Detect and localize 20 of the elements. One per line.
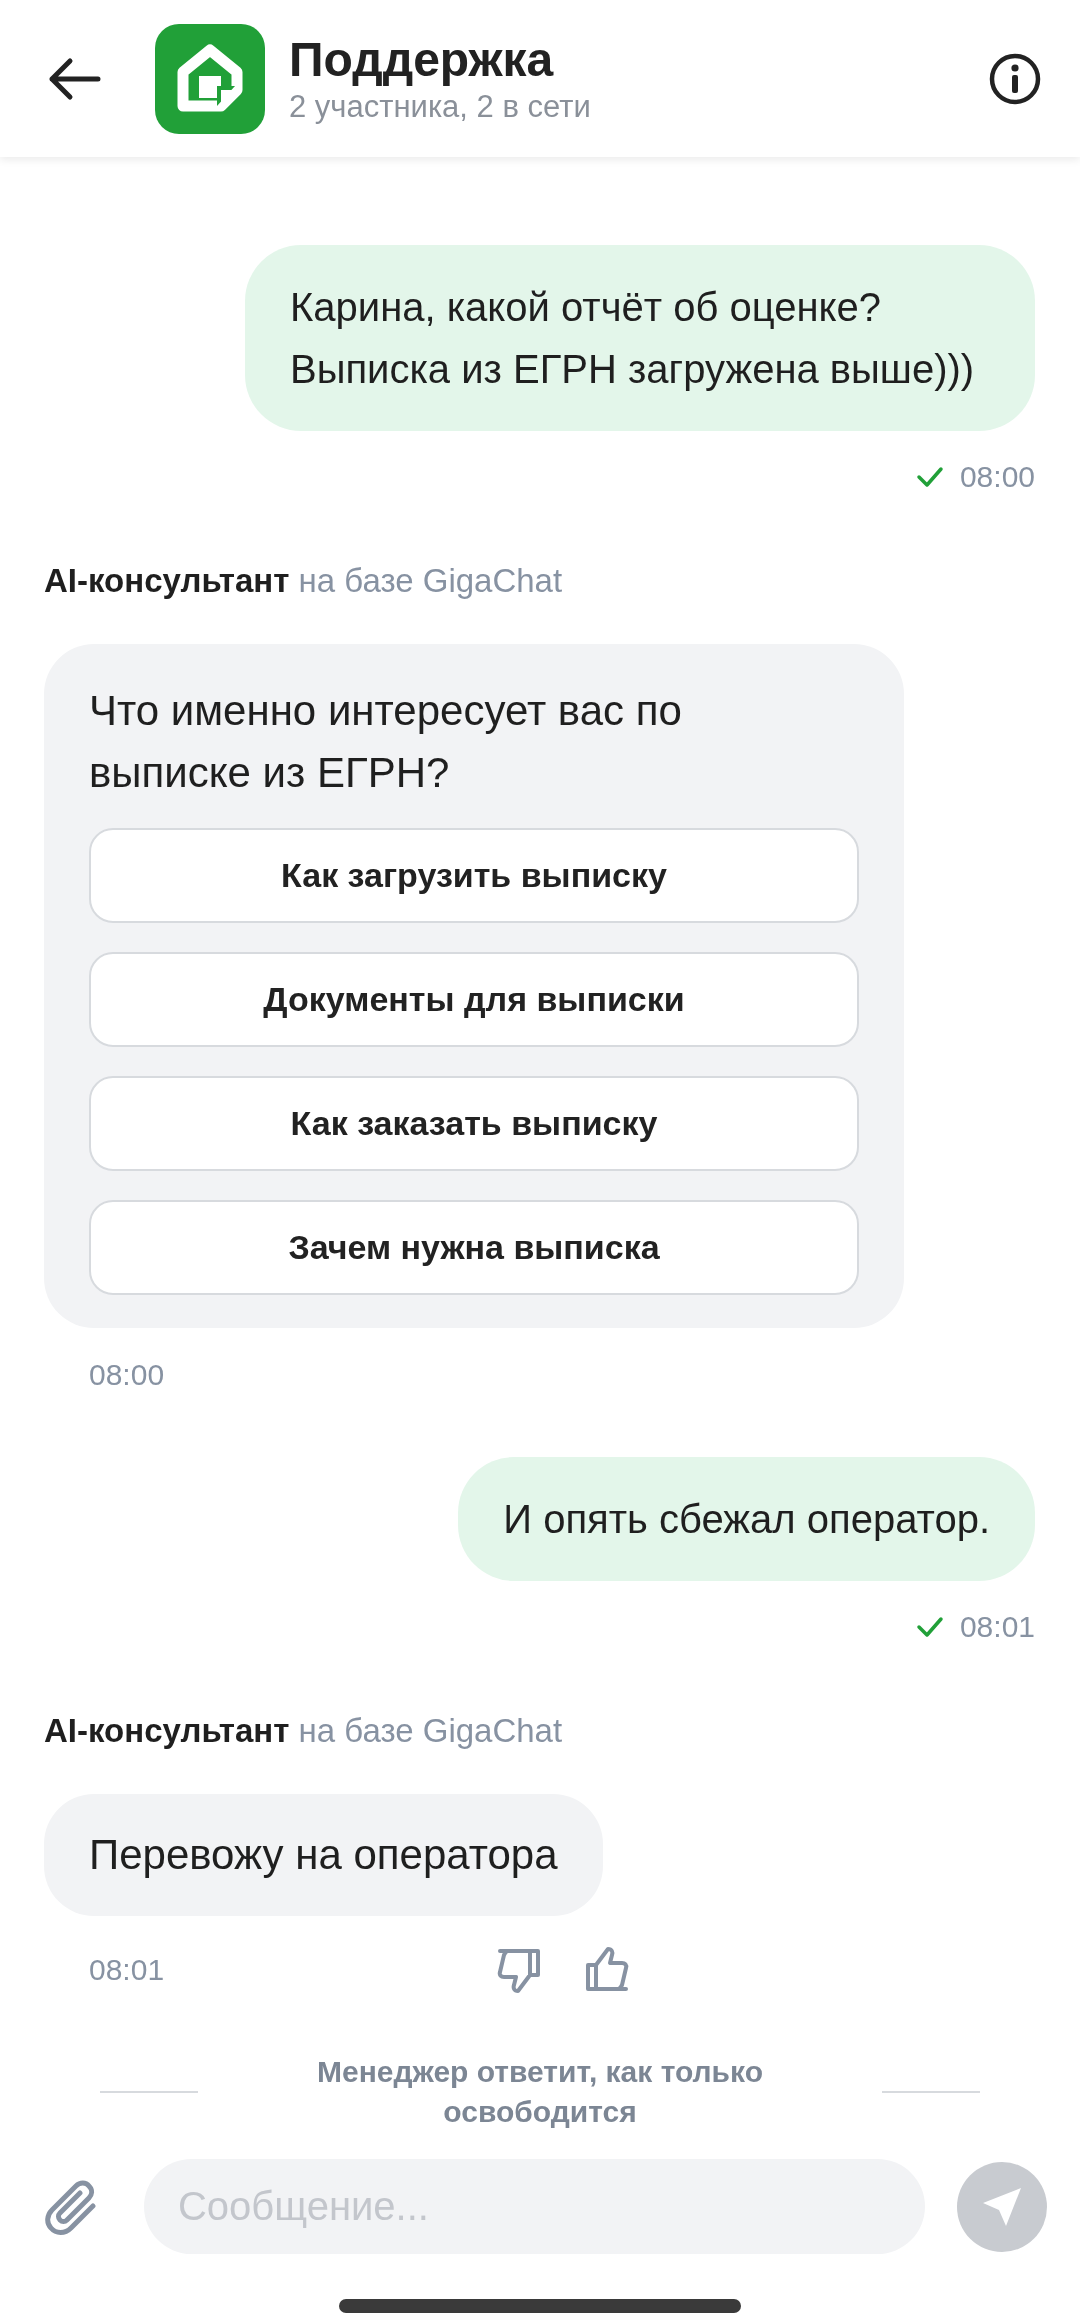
participants-status: 2 участника, 2 в сети <box>289 87 591 126</box>
sender-label: AI-консультант на базе GigaChat <box>44 1711 563 1751</box>
quick-reply-button[interactable]: Зачем нужна выписка <box>89 1200 859 1295</box>
message-time: 08:00 <box>959 459 1035 495</box>
info-icon[interactable] <box>988 51 1042 106</box>
message-text: Что именно интересует вас по выписке из ЕГРН? <box>89 686 683 798</box>
message-bubble: Перевожу на оператора <box>44 1794 603 1916</box>
message-time: 08:00 <box>89 1357 165 1393</box>
chat-title: Поддержка <box>289 31 554 88</box>
system-notice: Менеджер ответит, как только освободится <box>316 2054 764 2130</box>
message-time: 08:01 <box>959 1609 1035 1645</box>
app-logo-icon <box>155 23 265 134</box>
quick-reply-button[interactable]: Документы для выписки <box>89 952 859 1047</box>
back-arrow-icon[interactable] <box>48 56 102 101</box>
sender-label: AI-консультант на базе GigaChat <box>44 561 563 601</box>
message-bubble: И опять сбежал оператор. <box>458 1457 1035 1581</box>
message-bubble: Карина, какой отчёт об оценке? Выписка из ЕГРН загружена выше))) <box>245 245 1035 431</box>
quick-reply-button[interactable]: Как загрузить выписку <box>89 828 859 923</box>
message-time: 08:01 <box>89 1952 165 1988</box>
quick-reply-button[interactable]: Как заказать выписку <box>89 1076 859 1171</box>
